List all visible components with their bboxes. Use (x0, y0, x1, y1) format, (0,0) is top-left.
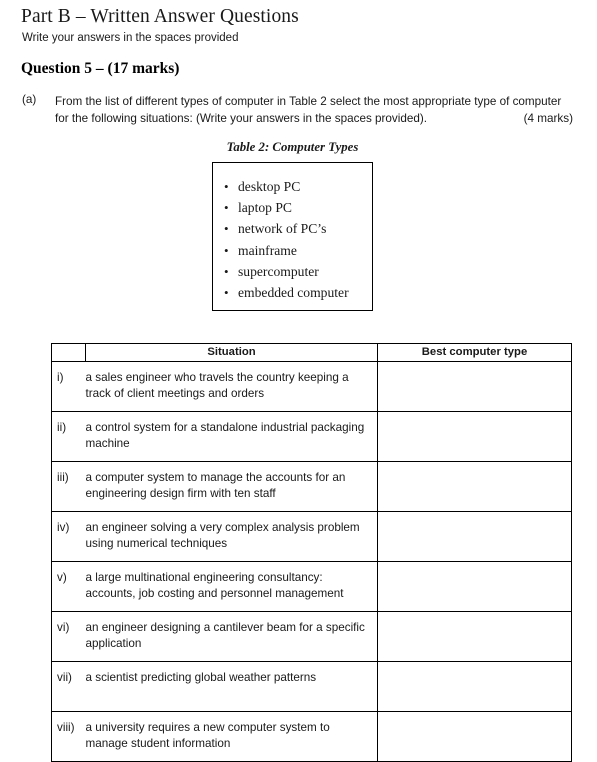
table-row: iv) an engineer solving a very complex a… (51, 511, 572, 562)
situation-line-1: an engineer solving a very complex analy… (85, 521, 360, 534)
column-header-situation: Situation (85, 343, 378, 362)
situation-line-2: track of client meetings and orders (85, 386, 265, 400)
row-number: viii) (51, 711, 86, 762)
answer-cell[interactable] (377, 461, 572, 512)
list-item-label: laptop PC (238, 200, 293, 216)
situation-line-2: application (85, 636, 142, 650)
table-row: ii) a control system for a standalone in… (51, 411, 572, 462)
situation-line-1: a control system for a standalone indust… (85, 421, 365, 434)
answer-cell[interactable] (377, 511, 572, 562)
situation-line-2: using numerical techniques (85, 536, 228, 550)
list-item-label: embedded computer (238, 285, 349, 301)
list-item-label: supercomputer (238, 263, 319, 279)
list-item: • mainframe (213, 240, 372, 261)
table2-box: • desktop PC • laptop PC • network of PC… (212, 162, 373, 311)
list-item: • network of PC’s (213, 218, 372, 239)
answer-cell[interactable] (377, 561, 572, 612)
column-header-answer: Best computer type (377, 343, 572, 362)
row-situation-text: an engineer solving a very complex analy… (85, 511, 378, 562)
row-number: vi) (51, 611, 86, 662)
list-item: • desktop PC (213, 176, 372, 197)
table-row: viii) a university requires a new comput… (51, 711, 572, 762)
row-number: iii) (51, 461, 86, 512)
list-item: • embedded computer (213, 282, 372, 303)
table-body: i) a sales engineer who travels the coun… (51, 361, 572, 762)
bullet-icon: • (224, 242, 229, 258)
bullet-icon: • (224, 285, 229, 301)
part-a-label: (a) (22, 93, 37, 106)
page-title: Part B – Written Answer Questions (21, 6, 299, 27)
situation-line-2: manage student information (85, 736, 231, 750)
table-row: i) a sales engineer who travels the coun… (51, 361, 572, 412)
part-a-line-1: From the list of different types of comp… (55, 95, 562, 108)
row-number: i) (51, 361, 86, 412)
situation-line-1: a large multinational engineering consul… (85, 571, 323, 584)
computer-types-list: • desktop PC • laptop PC • network of PC… (213, 163, 372, 303)
part-a-marks: (4 marks) (523, 112, 573, 125)
table-row: iii) a computer system to manage the acc… (51, 461, 572, 512)
answer-cell[interactable] (377, 661, 572, 712)
list-item-label: desktop PC (238, 179, 301, 194)
table2-caption: Table 2: Computer Types (226, 140, 359, 154)
row-situation-text: a university requires a new computer sys… (85, 711, 378, 762)
table-header-row: Situation Best computer type (51, 343, 572, 362)
situation-line-2: engineering design firm with ten staff (85, 486, 276, 500)
list-item: • supercomputer (213, 261, 372, 282)
situation-line-2: machine (85, 436, 130, 450)
row-situation-text: a sales engineer who travels the country… (85, 361, 378, 412)
row-situation-text: a computer system to manage the accounts… (85, 461, 378, 512)
row-number: v) (51, 561, 86, 612)
answer-cell[interactable] (377, 711, 572, 762)
bullet-icon: • (224, 263, 229, 279)
exam-page: Part B – Written Answer Questions Write … (0, 0, 597, 762)
table-row: vii) a scientist predicting global weath… (51, 661, 572, 712)
answer-cell[interactable] (377, 411, 572, 462)
row-situation-text: an engineer designing a cantilever beam … (85, 611, 378, 662)
page-subtitle: Write your answers in the spaces provide… (22, 32, 239, 44)
table-row: vi) an engineer designing a cantilever b… (51, 611, 572, 662)
situation-line-1: a university requires a new computer sys… (85, 721, 330, 734)
row-number: iv) (51, 511, 86, 562)
answer-cell[interactable] (377, 361, 572, 412)
situation-line-1: an engineer designing a cantilever beam … (85, 621, 365, 634)
situation-line-1: a computer system to manage the accounts… (85, 471, 346, 484)
row-situation-text: a control system for a standalone indust… (85, 411, 378, 462)
row-number: ii) (51, 411, 86, 462)
answer-cell[interactable] (377, 611, 572, 662)
situation-line-2: accounts, job costing and personnel mana… (85, 586, 344, 600)
part-a-instructions: From the list of different types of comp… (55, 93, 575, 127)
row-number: vii) (51, 661, 86, 712)
situation-line-1: a scientist predicting global weather pa… (85, 671, 317, 684)
table-header: Situation Best computer type (51, 343, 572, 362)
situations-table: Situation Best computer type i) a sales … (51, 343, 572, 762)
bullet-icon: • (224, 221, 229, 237)
situation-line-1: a sales engineer who travels the country… (85, 371, 349, 384)
table-row: v) a large multinational engineering con… (51, 561, 572, 612)
bullet-icon: • (224, 179, 229, 194)
list-item-label: mainframe (238, 242, 297, 258)
list-item-label: network of PC’s (238, 221, 327, 237)
bullet-icon: • (224, 200, 229, 216)
row-situation-text: a scientist predicting global weather pa… (85, 661, 378, 712)
row-situation-text: a large multinational engineering consul… (85, 561, 378, 612)
column-header-number (51, 343, 86, 362)
part-a-line-2: for the following situations: (Write you… (55, 112, 428, 125)
part-a-line-2-row: for the following situations: (Write you… (55, 110, 573, 127)
list-item: • laptop PC (213, 197, 372, 218)
question-heading: Question 5 – (17 marks) (21, 60, 180, 77)
